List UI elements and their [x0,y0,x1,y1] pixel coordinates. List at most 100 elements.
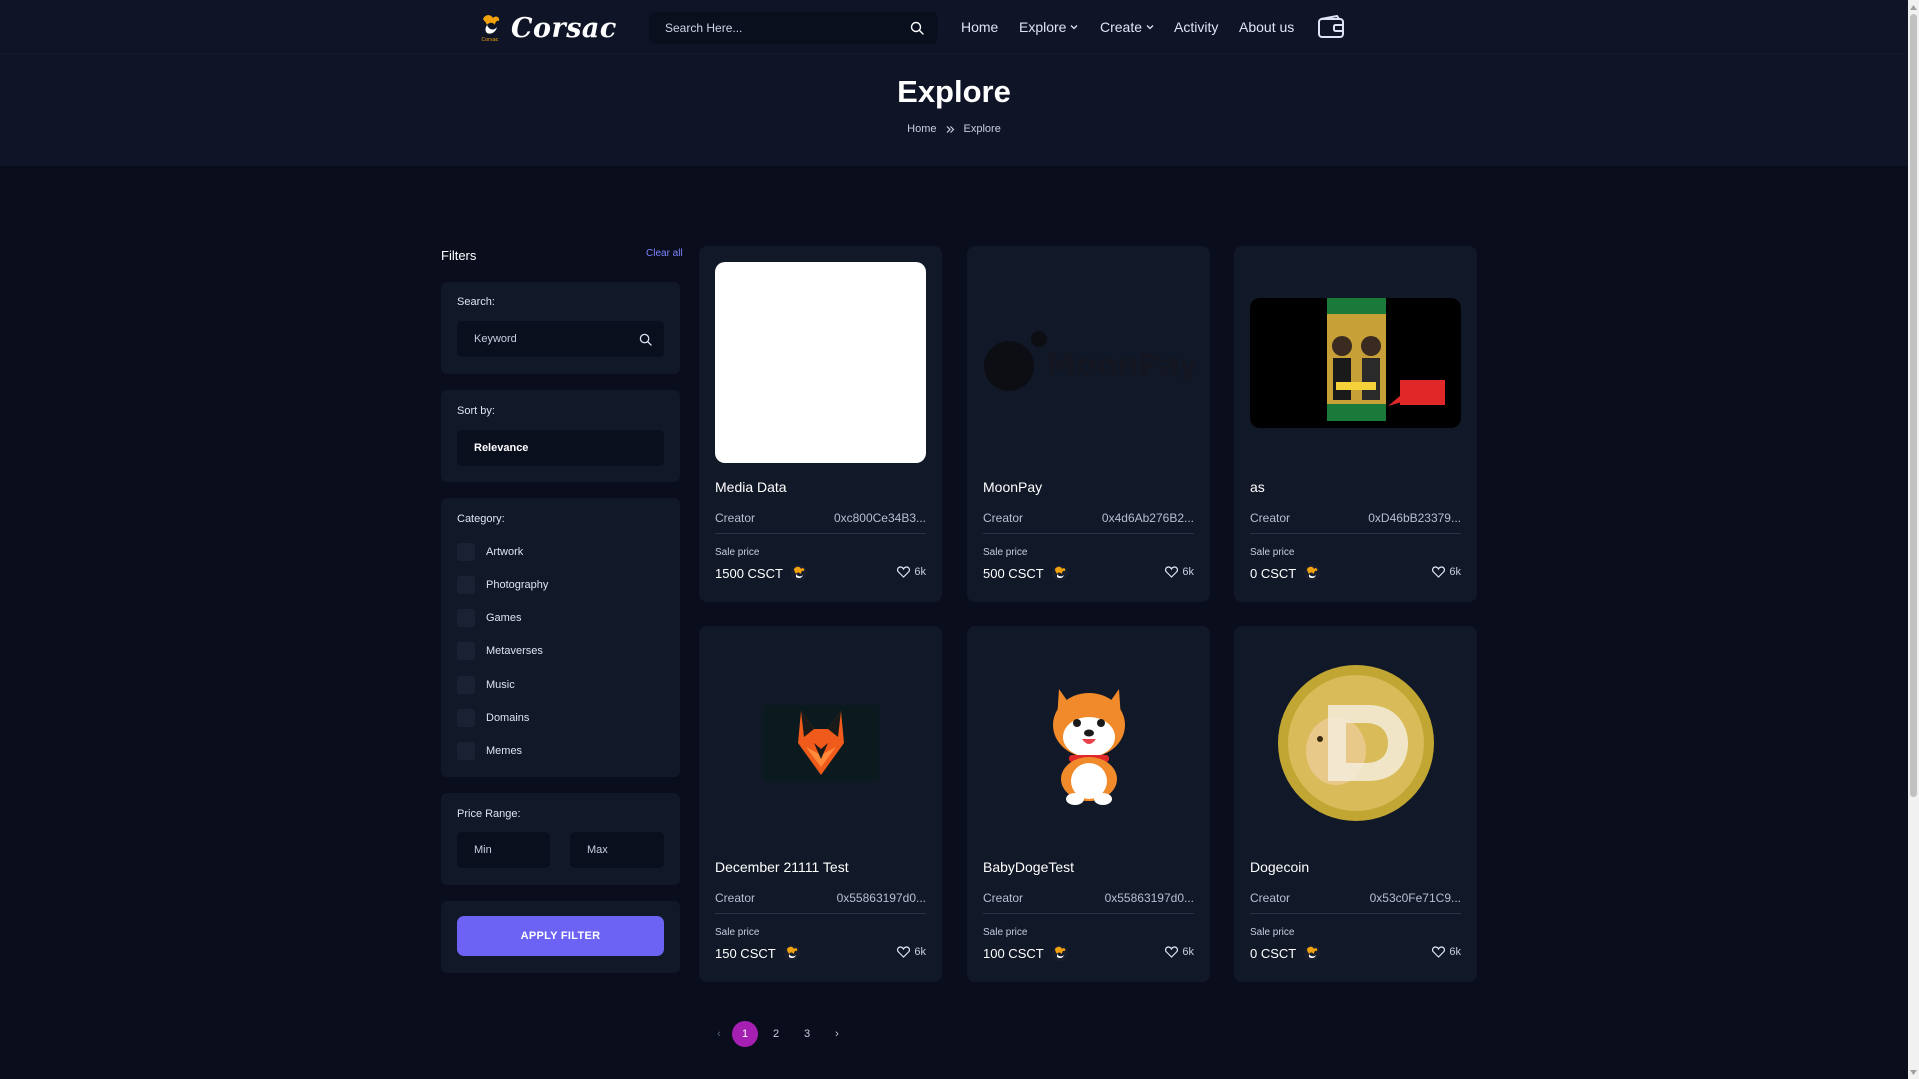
nft-image-dogecoin[interactable] [1250,642,1461,843]
creator-address[interactable]: 0x55863197d0... [1105,891,1194,905]
apply-panel: APPLY FILTER [441,901,680,973]
max-price-input[interactable] [587,844,652,856]
nft-image-shiba[interactable] [983,642,1194,843]
wallet-icon[interactable] [1317,15,1345,39]
like-button[interactable]: 6k [1165,946,1194,958]
category-photography[interactable]: Photography [457,576,548,594]
page-3-button[interactable]: 3 [794,1021,820,1047]
category-label-text: Games [486,612,522,624]
category-label-text: Metaverses [486,645,543,657]
divider [1250,533,1461,534]
nft-name[interactable]: MoonPay [983,479,1042,495]
clear-all-link[interactable]: Clear all [646,248,683,259]
category-memes[interactable]: Memes [457,742,522,760]
chevron-down-icon [1071,25,1078,30]
nav-activity[interactable]: Activity [1174,19,1218,35]
apply-filter-button[interactable]: APPLY FILTER [457,916,664,956]
category-artwork[interactable]: Artwork [457,543,523,561]
divider [983,913,1194,914]
checkbox[interactable] [457,742,475,760]
like-button[interactable]: 6k [1432,566,1461,578]
svg-text:MoonPay: MoonPay [1046,348,1194,383]
nav-home[interactable]: Home [961,19,998,35]
csct-coin-icon [790,565,807,581]
checkbox[interactable] [457,709,475,727]
keyword-input[interactable] [474,333,639,345]
nft-card[interactable]: Media Data Creator 0xc800Ce34B3... Sale … [699,246,942,602]
max-price-field[interactable] [570,832,664,868]
nft-card[interactable]: MoonPay MoonPay Creator 0x4d6Ab276B2... … [967,246,1210,602]
category-label-text: Domains [486,712,530,724]
checkbox[interactable] [457,676,475,694]
heart-icon [897,946,911,958]
nft-name[interactable]: Media Data [715,479,787,495]
nav-create-label: Create [1100,19,1143,35]
logo[interactable]: Corsac Corsac [477,12,617,44]
csct-coin-icon [783,945,800,961]
checkbox[interactable] [457,576,475,594]
category-metaverses[interactable]: Metaverses [457,642,543,660]
price-range-label: Price Range: [457,808,521,820]
header-search-input[interactable] [665,21,910,35]
min-price-input[interactable] [474,844,538,856]
nft-image-moonpay[interactable]: MoonPay [983,262,1194,463]
scrollbar-thumb[interactable] [1910,14,1917,797]
search-icon[interactable] [639,333,652,346]
search-icon[interactable] [910,21,924,35]
scrollbar[interactable] [1908,0,1919,1079]
nft-name[interactable]: BabyDogeTest [983,859,1074,875]
nav-create[interactable]: Create [1100,19,1154,35]
search-filter-panel: Search: [441,282,680,374]
sort-select[interactable]: Relevance [457,430,664,466]
corsac-logo-icon: Corsac [481,15,500,43]
nft-card[interactable]: as Creator 0xD46bB23379... Sale price 0 … [1234,246,1477,602]
nft-image-poster[interactable] [1250,262,1461,463]
creator-label: Creator [715,891,756,905]
heart-icon [1432,566,1446,578]
checkbox[interactable] [457,642,475,660]
scroll-up-arrow[interactable] [1910,2,1917,12]
checkbox[interactable] [457,543,475,561]
like-button[interactable]: 6k [1432,946,1461,958]
nft-name[interactable]: as [1250,479,1265,495]
nft-card[interactable]: December 21111 Test Creator 0x55863197d0… [699,626,942,982]
page-1-button[interactable]: 1 [732,1021,758,1047]
prev-page-button[interactable]: ‹ [706,1021,732,1047]
creator-address[interactable]: 0xc800Ce34B3... [834,511,926,525]
sale-price: 1500 CSCT [715,564,808,582]
nav-about[interactable]: About us [1239,19,1294,35]
like-button[interactable]: 6k [1165,566,1194,578]
category-music[interactable]: Music [457,676,515,694]
creator-address[interactable]: 0x4d6Ab276B2... [1102,511,1194,525]
nft-card[interactable]: Dogecoin Creator 0x53c0Fe71C9... Sale pr… [1234,626,1477,982]
next-page-button[interactable]: › [824,1021,850,1047]
nft-name[interactable]: Dogecoin [1250,859,1309,875]
heart-icon [1165,566,1179,578]
sale-price: 100 CSCT [983,944,1069,962]
nft-image-fox[interactable] [715,642,926,843]
logo-text: Corsac [511,12,617,44]
page-2-button[interactable]: 2 [763,1021,789,1047]
category-domains[interactable]: Domains [457,709,529,727]
nft-image-blank[interactable] [715,262,926,463]
heart-icon [897,566,911,578]
header-search[interactable] [649,12,938,44]
creator-address[interactable]: 0x55863197d0... [837,891,926,905]
like-button[interactable]: 6k [897,566,926,578]
heart-icon [1432,946,1446,958]
scroll-down-arrow[interactable] [1910,1067,1917,1077]
breadcrumb-home[interactable]: Home [907,123,936,135]
nft-name[interactable]: December 21111 Test [715,859,849,875]
checkbox[interactable] [457,609,475,627]
like-button[interactable]: 6k [897,946,926,958]
category-panel: Category: Artwork Photography Games Meta… [441,498,680,777]
nft-card[interactable]: BabyDogeTest Creator 0x55863197d0... Sal… [967,626,1210,982]
creator-address[interactable]: 0x53c0Fe71C9... [1370,891,1461,905]
min-price-field[interactable] [457,832,550,868]
keyword-field[interactable] [457,321,664,357]
nav-explore[interactable]: Explore [1019,19,1078,35]
category-games[interactable]: Games [457,609,521,627]
creator-address[interactable]: 0xD46bB23379... [1368,511,1461,525]
category-label-text: Memes [486,745,523,757]
svg-text:Corsac: Corsac [481,37,498,43]
